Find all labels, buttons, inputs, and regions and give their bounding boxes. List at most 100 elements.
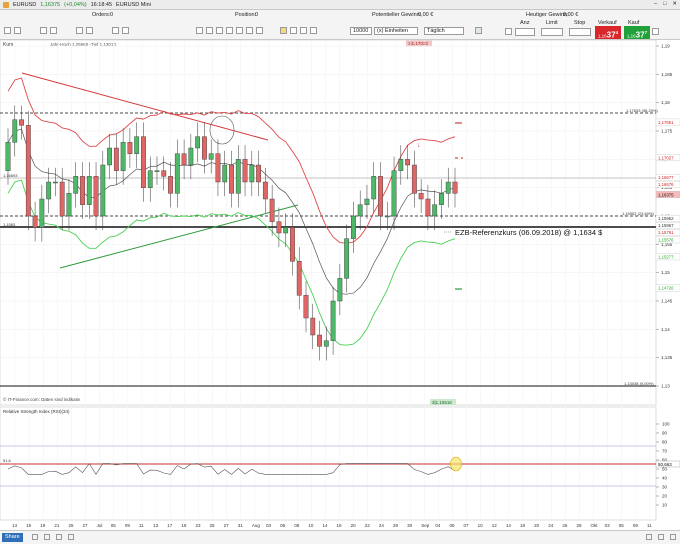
x-tick-label: 18 [520, 523, 526, 528]
new-chart-button[interactable] [4, 27, 11, 34]
tool-icon-1[interactable] [32, 534, 38, 540]
window-title: EURUSD Mini [116, 1, 151, 8]
candle-body [357, 204, 363, 217]
col-stop-label: Stop [574, 20, 586, 26]
x-tick-label: 09 [125, 523, 131, 528]
price-tag-t6: 1,15952 [658, 216, 674, 221]
candle-body [195, 136, 201, 149]
x-tick-label: 15 [26, 523, 32, 528]
buy-button[interactable]: 1,16377 [624, 26, 650, 40]
candle-body [391, 170, 397, 217]
x-tick-label: 09 [633, 523, 639, 528]
maximize-icon[interactable]: □ [663, 1, 666, 7]
candle-body [337, 278, 343, 302]
quantity-input[interactable]: 10000 [350, 27, 372, 35]
unit-select[interactable]: (x) Einheiten [374, 27, 418, 35]
y-tick-label: 1,185 [661, 72, 673, 77]
candle-body [202, 136, 207, 160]
y-tick-label: 1,19 [661, 44, 670, 49]
rsi-current-value: 50,663 [658, 462, 672, 467]
candle-body [290, 227, 295, 262]
line-type-button[interactable] [86, 27, 93, 34]
x-tick-label: 25 [68, 523, 74, 528]
candle-body [425, 198, 431, 217]
y-tick-label: 1,13 [661, 384, 670, 389]
candle-body [46, 181, 52, 200]
indicator-button[interactable] [112, 27, 119, 34]
minimize-icon[interactable]: – [654, 1, 657, 7]
trading-toolbar: Orders: 0 Position: 0 Potentieller Gewin… [0, 10, 680, 40]
y-tick-label: 1,145 [661, 299, 673, 304]
x-tick-label: 03 [266, 523, 272, 528]
main-panel [0, 39, 657, 406]
sell-button[interactable]: 1,16374 [595, 26, 621, 40]
time-label: 16:18:45 [90, 1, 113, 8]
limit-field[interactable] [541, 28, 563, 36]
wrench-icon[interactable] [505, 28, 512, 35]
candle-body [269, 198, 275, 222]
candle-body [398, 159, 404, 171]
price-tag-t11: 1,14726 [658, 286, 674, 291]
x-tick-label: 14 [506, 523, 512, 528]
zoom-in-button[interactable] [40, 27, 47, 34]
candle-body [303, 295, 309, 319]
x-tick-label: 12 [492, 523, 498, 528]
ecb-annotation: EZB-Referenzkurs (06.09.2018) @ 1,1634 $ [455, 228, 603, 237]
highlight-tool-button[interactable] [280, 27, 287, 34]
expand-tool-icon[interactable] [670, 534, 676, 540]
candle-body [32, 215, 38, 228]
candle-type-button[interactable] [76, 27, 83, 34]
chart-area[interactable]: Kurs Jahr-Hoch 1,25560 -Tief 1,13010 3|1… [0, 39, 680, 544]
x-tick-label: 27 [83, 523, 89, 528]
x-tick-label: 04 [435, 523, 441, 528]
candle-body [100, 164, 106, 217]
candle-body [86, 176, 92, 205]
fib-level-mid-label: 1,15952 (23,60%) [622, 211, 654, 216]
rsi-tick-label: 90 [662, 431, 668, 436]
settings-tool-button[interactable] [300, 27, 307, 34]
cursor-tool-button[interactable] [196, 27, 203, 34]
more-options-icon[interactable] [652, 28, 659, 35]
anz-field[interactable] [515, 28, 535, 36]
fit-tool-icon[interactable] [658, 534, 664, 540]
validity-select[interactable]: Täglich [424, 27, 464, 35]
price-chart[interactable]: Kurs Jahr-Hoch 1,25560 -Tief 1,13010 3|1… [0, 39, 680, 544]
tool-icon-4[interactable] [68, 534, 74, 540]
candle-body [80, 176, 85, 205]
candle-body [242, 159, 248, 183]
rectangle-tool-button[interactable] [226, 27, 233, 34]
crosshair-tool-button[interactable] [206, 27, 213, 34]
x-tick-label: 28 [393, 523, 399, 528]
open-chart-button[interactable] [14, 27, 21, 34]
tool-icon-3[interactable] [56, 534, 62, 540]
candle-body [432, 204, 438, 217]
ellipse-tool-button[interactable] [236, 27, 243, 34]
bottom-right-tools [646, 534, 676, 540]
candle-body [323, 340, 329, 347]
stop-field[interactable] [569, 28, 591, 36]
fibonacci-tool-button[interactable] [246, 27, 253, 34]
candle-body [208, 153, 214, 160]
template-button[interactable] [122, 27, 129, 34]
x-tick-label: 19 [181, 523, 187, 528]
trendline-tool-button[interactable] [216, 27, 223, 34]
candle-body [93, 176, 99, 217]
close-icon[interactable]: ✕ [672, 1, 677, 7]
order-ticket-button[interactable] [475, 27, 482, 34]
delete-tool-button[interactable] [290, 27, 297, 34]
x-tick-label: 23 [195, 523, 201, 528]
candle-body [439, 193, 444, 205]
share-button[interactable]: Share [2, 533, 23, 542]
today-gain-value: 0,00 € [563, 12, 579, 18]
tool-icon-2[interactable] [44, 534, 50, 540]
print-tool-button[interactable] [310, 27, 317, 34]
x-tick-label: Sep [421, 523, 430, 528]
down-arrow-icon: ↓ [417, 142, 421, 149]
text-tool-button[interactable] [256, 27, 263, 34]
sell-price-main: 37 [606, 30, 616, 40]
zoom-tool-icon[interactable] [646, 534, 652, 540]
candle-body [283, 227, 289, 234]
candle-body [19, 119, 24, 126]
bottom-marker: 3|1,15516 [432, 400, 452, 405]
zoom-out-button[interactable] [50, 27, 57, 34]
